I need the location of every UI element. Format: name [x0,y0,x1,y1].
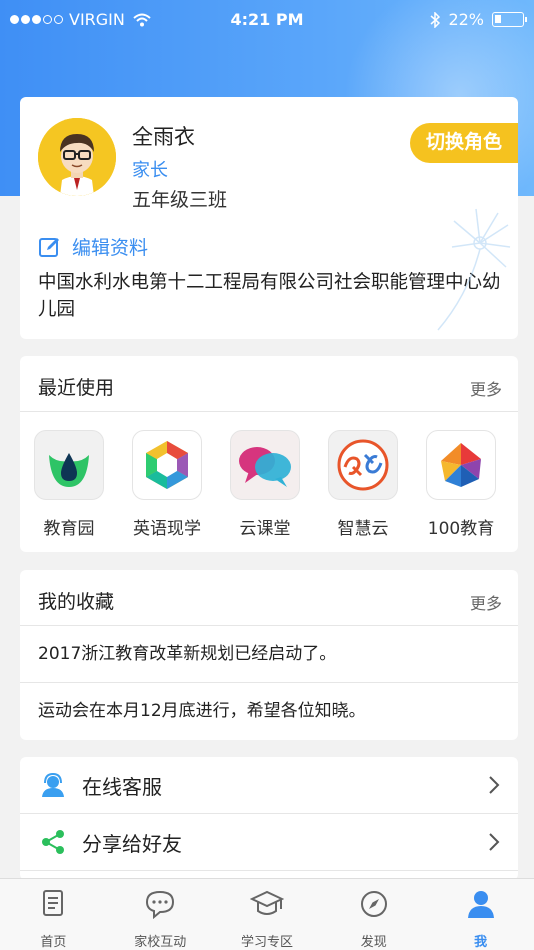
chevron-right-icon [489,776,500,794]
app-100-edu[interactable]: 100教育 [412,430,510,539]
polygon-logo-icon [426,430,496,500]
status-bar: VIRGIN 4:21 PM 22% [0,0,534,40]
app-label: 智慧云 [337,519,389,539]
hands-icon [328,430,398,500]
chevron-right-icon [489,833,500,851]
compass-icon [357,887,391,921]
favorites-card: 我的收藏 更多 2017浙江教育改革新规划已经启动了。 运动会在本月12月底进行… [20,570,518,740]
app-label: 英语现学 [133,519,201,539]
profile-card: 全雨衣 家长 五年级三班 切换角色 编辑资料 中国水利水电第十二工程局有限公司社… [20,97,518,339]
edit-profile-label: 编辑资料 [72,237,149,259]
app-label: 云课堂 [239,519,291,539]
menu-label: 在线客服 [82,774,162,799]
recent-apps-card: 最近使用 更多 教育园 英语现学 云课堂 智慧云 100教育 [20,356,518,552]
tab-label: 发现 [360,935,387,950]
edit-profile-link[interactable]: 编辑资料 [38,233,148,260]
favorites-more-link[interactable]: 更多 [470,590,502,614]
user-class: 五年级三班 [132,189,228,211]
tab-label: 家校互动 [134,935,187,950]
favorite-item[interactable]: 2017浙江教育改革新规划已经启动了。 [20,626,518,683]
recent-more-link[interactable]: 更多 [470,376,502,400]
menu-item-share[interactable]: 分享给好友 [20,814,518,871]
menu-item-customer-service[interactable]: 在线客服 [20,757,518,814]
tab-home[interactable]: 首页 [0,879,107,950]
menu-label: 分享给好友 [82,831,182,856]
user-role: 家长 [132,160,168,181]
app-cloud-class[interactable]: 云课堂 [216,430,314,539]
chat-icon [143,887,177,921]
battery-icon [492,12,527,27]
person-icon [464,887,498,921]
recent-title: 最近使用 [38,377,115,399]
dandelion-decoration [437,208,511,331]
avatar-icon [38,118,116,196]
app-label: 教育园 [43,519,95,539]
tab-study[interactable]: 学习专区 [214,879,321,950]
battery-percent: 22% [448,10,484,29]
hexagon-icon [132,430,202,500]
share-icon [40,829,66,855]
chat-bubbles-icon [230,430,300,500]
customer-service-icon [40,772,66,798]
tab-discover[interactable]: 发现 [320,879,427,950]
tab-home-school[interactable]: 家校互动 [107,879,214,950]
tab-me[interactable]: 我 [427,879,534,950]
tab-label: 学习专区 [240,935,293,950]
menu-card: 在线客服 分享给好友 [20,757,518,880]
avatar[interactable] [38,118,116,196]
drop-leaf-icon [34,430,104,500]
tab-label: 我 [474,935,488,950]
document-icon [36,887,70,921]
graduation-cap-icon [249,887,284,921]
bluetooth-icon [430,11,441,28]
app-label: 100教育 [427,519,495,539]
favorite-item[interactable]: 运动会在本月12月底进行，希望各位知晓。 [20,683,518,740]
app-english[interactable]: 英语现学 [118,430,216,539]
tab-label: 首页 [40,935,67,950]
tab-bar: 首页 家校互动 学习专区 发现 我 [0,878,534,950]
edit-icon [39,237,59,257]
favorites-title: 我的收藏 [38,591,115,613]
switch-role-button[interactable]: 切换角色 [410,123,518,163]
app-smart-cloud[interactable]: 智慧云 [314,430,412,539]
user-name: 全雨衣 [132,125,195,149]
app-jiaoyuyuan[interactable]: 教育园 [20,430,118,539]
